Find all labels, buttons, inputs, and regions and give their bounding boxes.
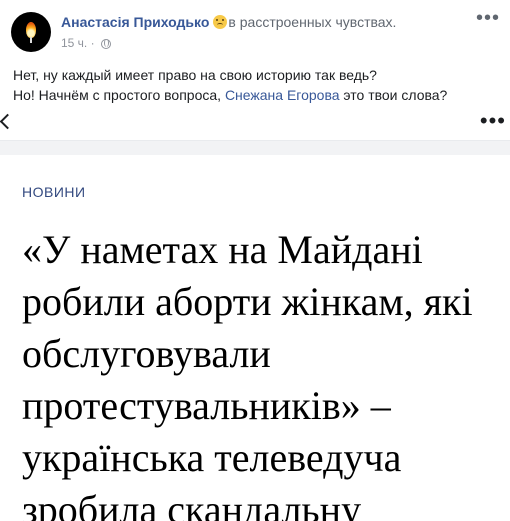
feeling-text: в расстроенных чувствах. — [228, 14, 397, 30]
post-header: Анастасія Приходько в расстроенных чувств… — [0, 0, 510, 60]
mention-link[interactable]: Снежана Егорова — [225, 87, 340, 103]
article-divider — [0, 141, 510, 155]
link-preview-toolbar: ••• — [0, 110, 510, 141]
article-category: НОВИНИ — [22, 184, 86, 200]
chevron-left-icon[interactable] — [0, 113, 16, 130]
preview-options-icon[interactable]: ••• — [480, 110, 506, 132]
post-options-icon[interactable]: ••• — [476, 8, 500, 28]
sad-face-icon — [213, 15, 228, 29]
post-text-line-2-start: Но! Начнём с простого вопроса, — [13, 87, 225, 103]
author-name[interactable]: Анастасія Приходько — [61, 14, 209, 30]
author-line: Анастасія Приходько в расстроенных чувств… — [61, 13, 396, 31]
post-text-line-2: Но! Начнём с простого вопроса, Снежана Е… — [13, 85, 503, 105]
meta-separator: · — [90, 36, 95, 50]
candle-flame-icon — [26, 22, 36, 38]
globe-icon[interactable] — [100, 39, 111, 49]
post-text: Нет, ну каждый имеет право на свою истор… — [13, 65, 503, 105]
candle-wick — [30, 37, 32, 43]
post-timestamp[interactable]: 15 ч. — [61, 36, 87, 50]
post-text-line-1: Нет, ну каждый имеет право на свою истор… — [13, 67, 377, 83]
post-text-line-2-end: это твои слова? — [339, 87, 448, 103]
post-meta: 15 ч. · — [61, 36, 111, 50]
article-headline[interactable]: «У наметах на Майдані робили аборти жінк… — [22, 224, 502, 521]
article-preview[interactable]: НОВИНИ «У наметах на Майдані робили абор… — [0, 141, 510, 521]
avatar[interactable] — [11, 12, 51, 52]
